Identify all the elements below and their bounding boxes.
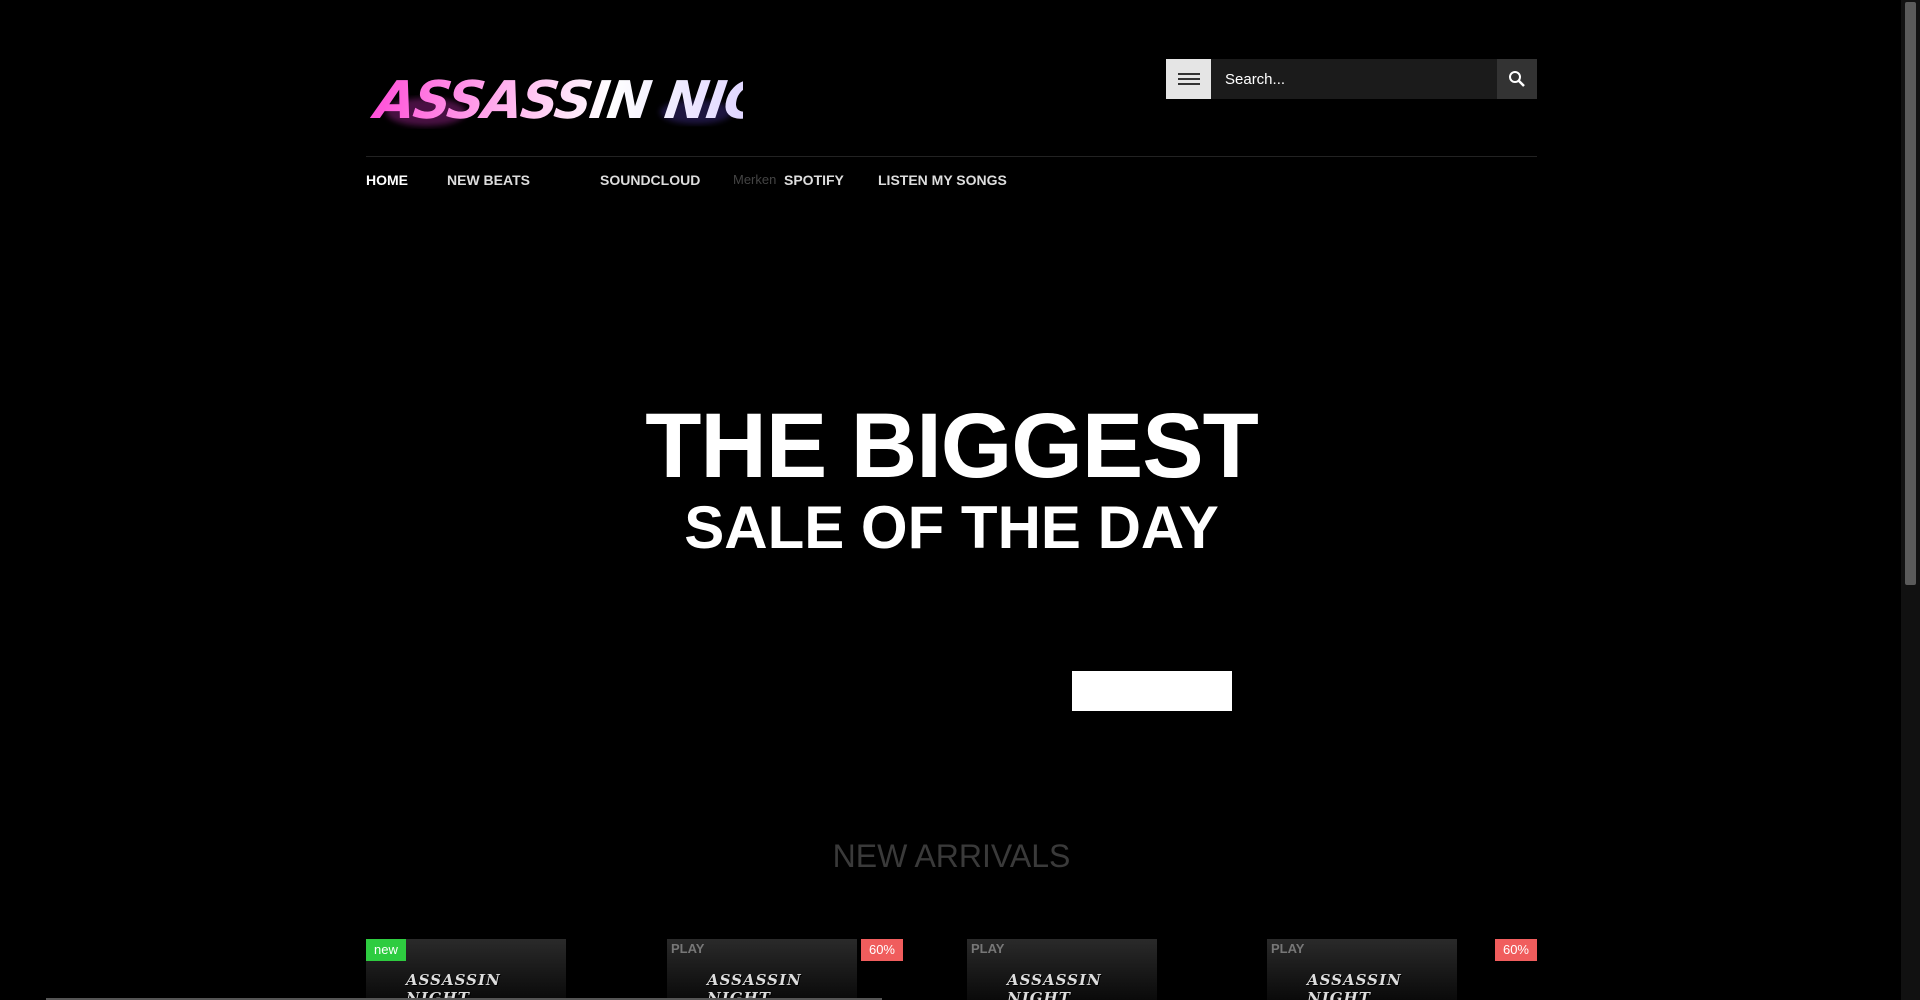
site-logo[interactable]: ASSASSIN NIGHT xyxy=(366,42,743,138)
search-bar xyxy=(1166,59,1537,99)
nav-item-spotify[interactable]: SPOTIFY xyxy=(784,172,844,188)
product-thumbnail[interactable]: PLAY ASSASSIN NIGHT xyxy=(667,939,857,1000)
menu-button[interactable] xyxy=(1166,59,1211,99)
new-badge: new xyxy=(366,939,406,961)
search-input[interactable] xyxy=(1211,59,1497,99)
sale-badge: 60% xyxy=(860,939,903,961)
product-brand: ASSASSIN NIGHT xyxy=(1307,971,1402,1000)
nav-muted-text: Merken xyxy=(733,172,777,187)
section-title: NEW ARRIVALS xyxy=(832,838,1071,874)
scrollbar-thumb[interactable] xyxy=(1905,2,1916,585)
product-brand: ASSASSIN NIGHT xyxy=(707,971,802,1000)
page: ASSASSIN NIGHT HOME NEW BEA xyxy=(0,0,1901,1000)
play-label[interactable]: PLAY xyxy=(1271,941,1304,956)
nav-item-home[interactable]: HOME xyxy=(366,172,408,188)
vertical-scrollbar[interactable] xyxy=(1901,0,1920,1000)
brand-logo-icon: ASSASSIN NIGHT xyxy=(366,42,743,138)
product-brand: ASSASSIN NIGHT xyxy=(406,971,501,1000)
hamburger-icon xyxy=(1177,73,1200,85)
magnifier-icon xyxy=(1509,71,1525,87)
play-label[interactable]: PLAY xyxy=(971,941,1004,956)
nav-item-listen-my-songs[interactable]: LISTEN MY SONGS xyxy=(878,172,1007,188)
nav-item-soundcloud[interactable]: SOUNDCLOUD xyxy=(600,172,700,188)
search-button[interactable] xyxy=(1497,59,1537,99)
hero-cta-button[interactable] xyxy=(1072,671,1232,711)
main-nav: HOME NEW BEATS SOUNDCLOUD Merken SPOTIFY… xyxy=(366,165,1537,195)
logo-text: ASSASSIN NIGHT xyxy=(368,71,743,131)
product-card[interactable]: PLAY ASSASSIN NIGHT 60% xyxy=(667,939,903,1000)
product-thumbnail[interactable]: PLAY ASSASSIN NIGHT xyxy=(967,939,1157,1000)
product-thumbnail[interactable]: PLAY ASSASSIN NIGHT xyxy=(1267,939,1457,1000)
nav-item-new-beats[interactable]: NEW BEATS xyxy=(447,172,530,188)
product-brand: ASSASSIN NIGHT xyxy=(1007,971,1102,1000)
sale-badge: 60% xyxy=(1494,939,1537,961)
header-divider xyxy=(366,156,1537,157)
product-card[interactable]: PLAY ASSASSIN NIGHT 60% xyxy=(1267,939,1537,1000)
product-card[interactable]: PLAY ASSASSIN NIGHT xyxy=(967,939,1167,1000)
hero-subtitle: SALE OF THE DAY xyxy=(684,494,1219,561)
product-card[interactable]: ASSASSIN NIGHT new xyxy=(366,939,566,1000)
hero-title: THE BIGGEST xyxy=(645,395,1259,497)
product-grid: ASSASSIN NIGHT new PLAY ASSASSIN NIGHT 6… xyxy=(366,939,1537,1000)
hero-banner: THE BIGGEST SALE OF THE DAY xyxy=(366,400,1537,558)
play-label[interactable]: PLAY xyxy=(671,941,704,956)
site-header: ASSASSIN NIGHT xyxy=(366,42,1537,157)
